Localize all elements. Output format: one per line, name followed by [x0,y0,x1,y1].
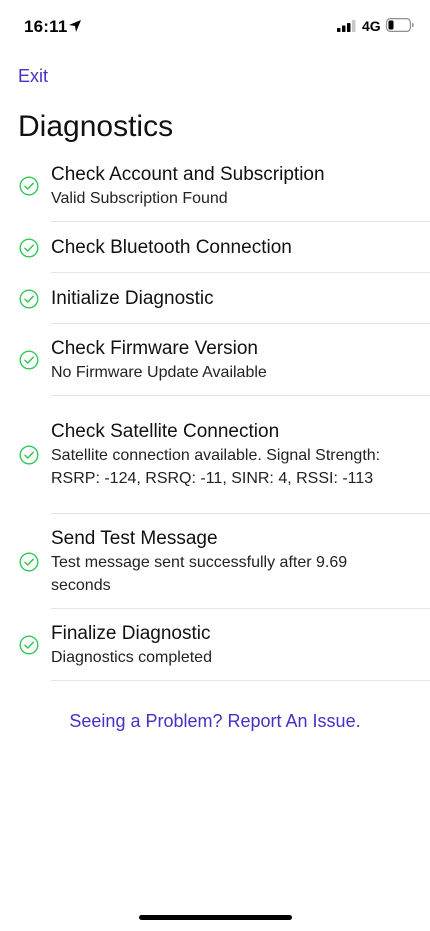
network-type-label: 4G [362,18,381,34]
diagnostic-item-initialize: Initialize Diagnostic [0,273,430,324]
diagnostic-title: Finalize Diagnostic [51,622,211,644]
check-circle-icon [19,176,39,196]
diagnostic-status: Diagnostics completed [51,648,212,666]
check-circle-icon [19,445,39,465]
diagnostic-status: No Firmware Update Available [51,363,267,381]
exit-button[interactable]: Exit [18,66,48,87]
diagnostic-title: Check Account and Subscription [51,163,325,185]
diagnostic-title: Send Test Message [51,527,218,549]
status-time: 16:11 [24,17,68,36]
diagnostic-item-bluetooth: Check Bluetooth Connection [0,222,430,273]
diagnostic-title: Check Satellite Connection [51,421,280,442]
diagnostic-item-finalize: Finalize Diagnostic Diagnostics complete… [0,609,430,681]
check-circle-icon [19,551,39,572]
diagnostic-status: Valid Subscription Found [51,189,228,207]
location-arrow-icon [69,20,81,32]
home-indicator[interactable] [139,915,292,920]
report-issue-link[interactable]: Seeing a Problem? Report An Issue. [0,711,430,732]
page-title: Diagnostics [18,110,174,143]
diagnostic-status: Test message sent successfully after 9.6… [51,553,348,594]
cellular-signal-icon [337,20,356,32]
diagnostic-item-satellite: Check Satellite Connection Satellite con… [0,396,430,514]
diagnostic-status: Satellite connection available. Signal S… [51,447,381,487]
check-circle-icon [19,237,39,258]
check-circle-icon [19,635,39,655]
battery-low-icon [386,18,414,32]
check-circle-icon [19,288,39,309]
diagnostic-item-test-message: Send Test Message Test message sent succ… [0,514,430,609]
check-circle-icon [19,350,39,370]
status-bar: 16:11 4G [0,0,430,54]
diagnostic-title: Check Bluetooth Connection [51,236,292,258]
diagnostic-item-account: Check Account and Subscription Valid Sub… [0,150,430,222]
diagnostic-title: Initialize Diagnostic [51,287,214,309]
diagnostic-item-firmware: Check Firmware Version No Firmware Updat… [0,324,430,396]
diagnostics-list: Check Account and Subscription Valid Sub… [0,150,430,681]
diagnostic-title: Check Firmware Version [51,337,258,359]
